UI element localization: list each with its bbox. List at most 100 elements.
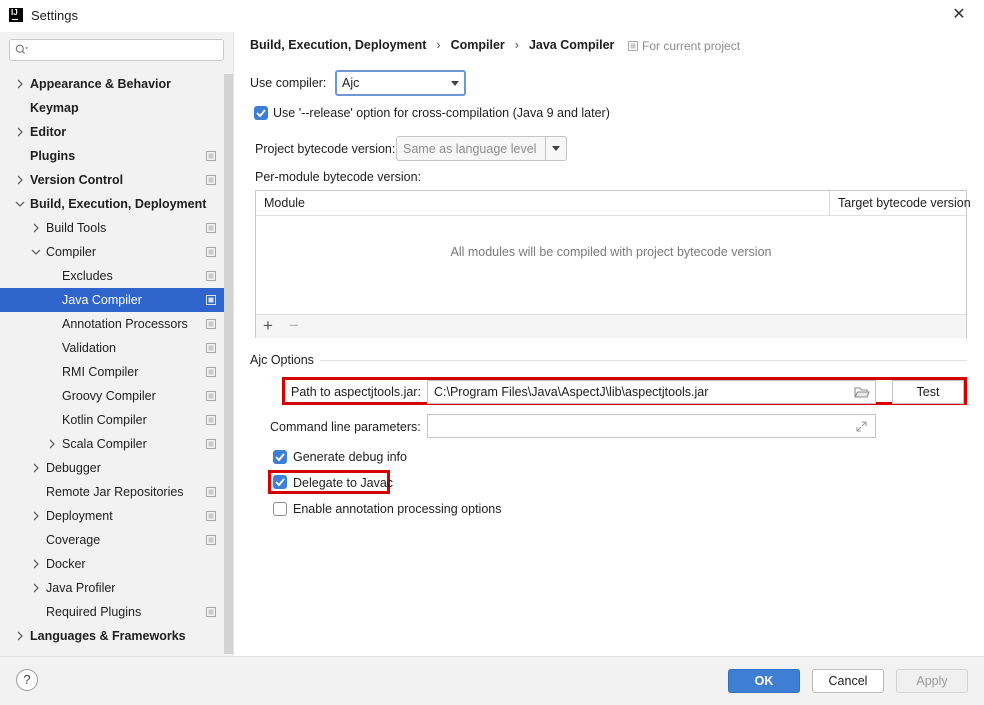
sidebar-item-label: Java Profiler bbox=[46, 581, 116, 595]
test-button[interactable]: Test bbox=[892, 380, 964, 404]
table-header: Module Target bytecode version bbox=[256, 191, 971, 216]
sidebar-item-java-profiler[interactable]: Java Profiler bbox=[0, 576, 233, 600]
section-divider bbox=[320, 360, 967, 361]
sidebar-item-appearance-behavior[interactable]: Appearance & Behavior bbox=[0, 72, 233, 96]
chevron-right-icon[interactable] bbox=[15, 631, 25, 641]
sidebar-item-groovy-compiler[interactable]: Groovy Compiler bbox=[0, 384, 233, 408]
sidebar-item-annotation-processors[interactable]: Annotation Processors bbox=[0, 312, 233, 336]
chevron-down-icon bbox=[552, 146, 560, 151]
title-bar: IJ Settings ✕ bbox=[0, 0, 984, 32]
sidebar-item-label: Build, Execution, Deployment bbox=[30, 197, 207, 211]
sidebar-item-remote-jar-repositories[interactable]: Remote Jar Repositories bbox=[0, 480, 233, 504]
apply-button[interactable]: Apply bbox=[896, 669, 968, 693]
expand-icon[interactable] bbox=[856, 421, 867, 432]
sidebar-item-label: Build Tools bbox=[46, 221, 107, 235]
sidebar-item-build-execution-deployment[interactable]: Build, Execution, Deployment bbox=[0, 192, 233, 216]
sidebar-item-docker[interactable]: Docker bbox=[0, 552, 233, 576]
sidebar-item-languages-frameworks[interactable]: Languages & Frameworks bbox=[0, 624, 233, 648]
project-scope-icon bbox=[206, 295, 216, 305]
check-icon bbox=[275, 453, 285, 462]
project-bytecode-select[interactable]: Same as language level bbox=[396, 136, 567, 161]
breadcrumb-part: Build, Execution, Deployment bbox=[250, 38, 427, 52]
compiler-select[interactable]: Ajc bbox=[335, 70, 466, 96]
sidebar-item-label: Compiler bbox=[46, 245, 97, 259]
chevron-down-icon[interactable] bbox=[15, 199, 25, 209]
annotation-processing-checkbox[interactable] bbox=[273, 502, 287, 516]
chevron-right-icon[interactable] bbox=[15, 127, 25, 137]
chevron-right-icon[interactable] bbox=[31, 559, 41, 569]
project-scope-icon bbox=[206, 151, 216, 161]
sidebar-item-label: Kotlin Compiler bbox=[62, 413, 147, 427]
chevron-right-icon[interactable] bbox=[31, 463, 41, 473]
release-option-label: Use '--release' option for cross-compila… bbox=[273, 106, 610, 120]
chevron-right-icon[interactable] bbox=[31, 223, 41, 233]
remove-icon[interactable]: − bbox=[289, 316, 299, 336]
sidebar-item-label: Editor bbox=[30, 125, 67, 139]
sidebar-item-label: Groovy Compiler bbox=[62, 389, 156, 403]
scope-label: For current project bbox=[642, 39, 741, 53]
project-scope-icon bbox=[206, 415, 216, 425]
chevron-right-icon[interactable] bbox=[47, 439, 57, 449]
sidebar-item-label: RMI Compiler bbox=[62, 365, 139, 379]
sidebar-item-keymap[interactable]: Keymap bbox=[0, 96, 233, 120]
project-scope-icon bbox=[206, 175, 216, 185]
sidebar-item-label: Debugger bbox=[46, 461, 101, 475]
sidebar-item-kotlin-compiler[interactable]: Kotlin Compiler bbox=[0, 408, 233, 432]
column-header-module[interactable]: Module bbox=[264, 196, 305, 210]
sidebar-item-excludes[interactable]: Excludes bbox=[0, 264, 233, 288]
sidebar-item-label: Docker bbox=[46, 557, 86, 571]
sidebar-item-compiler[interactable]: Compiler bbox=[0, 240, 233, 264]
chevron-right-icon[interactable] bbox=[15, 79, 25, 89]
generate-debug-info-label: Generate debug info bbox=[293, 450, 407, 464]
module-bytecode-table[interactable]: Module Target bytecode version All modul… bbox=[255, 190, 971, 338]
project-scope-icon bbox=[206, 271, 216, 281]
chevron-right-icon[interactable] bbox=[31, 583, 41, 593]
table-toolbar: + − bbox=[256, 314, 966, 338]
column-header-target-bytecode[interactable]: Target bytecode version bbox=[838, 196, 971, 210]
generate-debug-info-checkbox[interactable] bbox=[273, 450, 287, 464]
annotation-processing-label: Enable annotation processing options bbox=[293, 502, 502, 516]
search-input[interactable] bbox=[9, 39, 224, 61]
add-icon[interactable]: + bbox=[263, 316, 273, 336]
project-scope-icon bbox=[206, 607, 216, 617]
sidebar-item-version-control[interactable]: Version Control bbox=[0, 168, 233, 192]
aspectjtools-path-label: Path to aspectjtools.jar: bbox=[291, 385, 421, 399]
sidebar-item-coverage[interactable]: Coverage bbox=[0, 528, 233, 552]
help-button[interactable]: ? bbox=[16, 669, 38, 691]
sidebar-item-rmi-compiler[interactable]: RMI Compiler bbox=[0, 360, 233, 384]
folder-icon[interactable] bbox=[854, 386, 870, 399]
chevron-down-icon[interactable] bbox=[31, 247, 41, 257]
compiler-select-value: Ajc bbox=[342, 76, 360, 90]
sidebar-item-editor[interactable]: Editor bbox=[0, 120, 233, 144]
command-line-input[interactable] bbox=[427, 414, 876, 438]
sidebar-item-java-compiler[interactable]: Java Compiler bbox=[0, 288, 233, 312]
aspectjtools-path-input[interactable]: C:\Program Files\Java\AspectJ\lib\aspect… bbox=[427, 380, 876, 404]
chevron-right-icon[interactable] bbox=[31, 511, 41, 521]
search-icon bbox=[15, 44, 29, 54]
delegate-to-javac-checkbox[interactable] bbox=[273, 475, 287, 489]
sidebar-item-scala-compiler[interactable]: Scala Compiler bbox=[0, 432, 233, 456]
chevron-down-icon bbox=[451, 81, 459, 86]
release-option-checkbox[interactable] bbox=[254, 106, 268, 120]
check-icon bbox=[275, 478, 285, 487]
check-icon bbox=[256, 109, 266, 118]
sidebar-item-label: Remote Jar Repositories bbox=[46, 485, 184, 499]
sidebar-item-label: Annotation Processors bbox=[62, 317, 188, 331]
sidebar-item-plugins[interactable]: Plugins bbox=[0, 144, 233, 168]
close-icon[interactable]: ✕ bbox=[950, 6, 968, 24]
sidebar-item-build-tools[interactable]: Build Tools bbox=[0, 216, 233, 240]
sidebar-item-validation[interactable]: Validation bbox=[0, 336, 233, 360]
sidebar-item-label: Deployment bbox=[46, 509, 113, 523]
chevron-right-icon[interactable] bbox=[15, 175, 25, 185]
sidebar-item-debugger[interactable]: Debugger bbox=[0, 456, 233, 480]
sidebar-item-label: Appearance & Behavior bbox=[30, 77, 172, 91]
column-divider[interactable] bbox=[829, 191, 830, 215]
use-compiler-label: Use compiler: bbox=[250, 76, 327, 90]
sidebar-item-required-plugins[interactable]: Required Plugins bbox=[0, 600, 233, 624]
sidebar-scrollbar[interactable] bbox=[224, 74, 233, 654]
ok-button[interactable]: OK bbox=[728, 669, 800, 693]
sidebar-item-deployment[interactable]: Deployment bbox=[0, 504, 233, 528]
cancel-button[interactable]: Cancel bbox=[812, 669, 884, 693]
intellij-app-icon: IJ bbox=[9, 8, 23, 22]
command-line-label: Command line parameters: bbox=[270, 420, 421, 434]
